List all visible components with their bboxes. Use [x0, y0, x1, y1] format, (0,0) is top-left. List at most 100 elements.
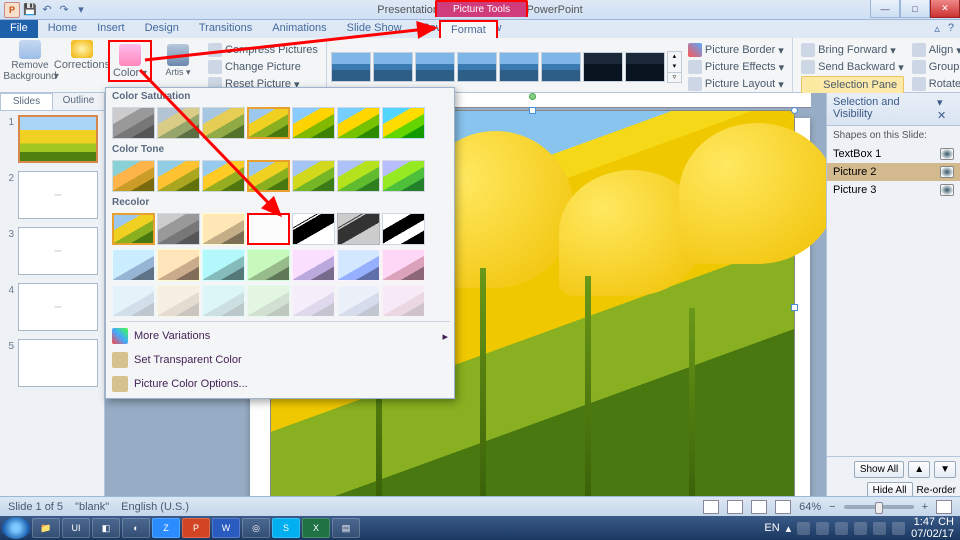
recolor-d6[interactable]	[337, 249, 380, 281]
move-up-button[interactable]: ▲	[908, 461, 930, 478]
send-backward-button[interactable]: Send Backward ▾	[801, 59, 904, 75]
change-picture-button[interactable]: Change Picture	[208, 59, 318, 75]
slide-thumb-3[interactable]: ━━	[18, 227, 98, 275]
qat-more-icon[interactable]: ▾	[74, 3, 88, 17]
help-icon[interactable]: ?	[948, 22, 954, 35]
context-tab-picture-tools[interactable]: Picture Tools	[435, 0, 528, 17]
tone-2[interactable]	[202, 160, 245, 192]
taskbar-excel[interactable]: X	[302, 518, 330, 538]
tray-icon[interactable]	[797, 522, 810, 535]
tone-0[interactable]	[112, 160, 155, 192]
picture-effects-button[interactable]: Picture Effects ▾	[688, 59, 784, 75]
recolor-line1[interactable]	[292, 213, 335, 245]
recolor-none[interactable]	[112, 213, 155, 245]
zoom-slider[interactable]	[844, 505, 914, 509]
recolor-l7[interactable]	[382, 285, 425, 317]
picture-styles-gallery[interactable]: ▴ ▾ ▿ Picture Border ▾ Picture Effects ▾…	[331, 40, 788, 94]
tone-5[interactable]	[337, 160, 380, 192]
slideshow-view-button[interactable]	[775, 500, 791, 514]
shape-item-picture3[interactable]: Picture 3	[827, 181, 960, 199]
reading-view-button[interactable]	[751, 500, 767, 514]
shape-item-textbox1[interactable]: TextBox 1	[827, 145, 960, 163]
tray-expand-icon[interactable]: ▴	[786, 522, 792, 535]
move-down-button[interactable]: ▼	[934, 461, 956, 478]
slide-thumb-1[interactable]	[18, 115, 98, 163]
sidetab-slides[interactable]: Slides	[0, 93, 53, 110]
start-button[interactable]	[2, 517, 30, 539]
remove-background-button[interactable]: Remove Background	[4, 40, 56, 82]
taskbar-chrome[interactable]: ◐	[122, 518, 150, 538]
bring-forward-button[interactable]: Bring Forward ▾	[801, 42, 904, 58]
picture-color-options-menu[interactable]: Picture Color Options...	[106, 372, 454, 396]
picture-layout-button[interactable]: Picture Layout ▾	[688, 76, 784, 92]
tab-animations[interactable]: Animations	[262, 20, 336, 38]
recolor-l5[interactable]	[292, 285, 335, 317]
recolor-grayscale[interactable]	[157, 213, 200, 245]
minimize-button[interactable]: —	[870, 0, 900, 18]
tab-insert[interactable]: Insert	[87, 20, 135, 38]
tab-file[interactable]: File	[0, 20, 38, 38]
show-all-button[interactable]: Show All	[854, 461, 904, 478]
zoom-in-button[interactable]: +	[922, 501, 928, 513]
tray-clock[interactable]: 1:47 CH07/02/17	[911, 516, 954, 540]
recolor-d4[interactable]	[247, 249, 290, 281]
tray-flag-icon[interactable]	[892, 522, 905, 535]
tray-icon[interactable]	[816, 522, 829, 535]
saturation-2[interactable]	[202, 107, 245, 139]
tray-network-icon[interactable]	[873, 522, 886, 535]
recolor-d2[interactable]	[157, 249, 200, 281]
taskbar-powerpoint[interactable]: P	[182, 518, 210, 538]
color-button[interactable]: Color ▾	[108, 40, 152, 82]
minimize-ribbon-icon[interactable]: ▵	[934, 22, 940, 35]
tab-transitions[interactable]: Transitions	[189, 20, 262, 38]
taskbar-zalo[interactable]: Z	[152, 518, 180, 538]
tray-icon[interactable]	[835, 522, 848, 535]
artistic-effects-button[interactable]: Artis ▾	[152, 40, 204, 82]
visibility-toggle-icon[interactable]	[940, 166, 954, 178]
recolor-l4[interactable]	[247, 285, 290, 317]
taskbar-app2[interactable]: ▤	[332, 518, 360, 538]
recolor-line2[interactable]	[337, 213, 380, 245]
recolor-l1[interactable]	[112, 285, 155, 317]
corrections-button[interactable]: Corrections ▾	[56, 40, 108, 82]
tone-6[interactable]	[382, 160, 425, 192]
tab-slideshow[interactable]: Slide Show	[337, 20, 412, 38]
set-transparent-menu[interactable]: Set Transparent Color	[106, 348, 454, 372]
taskbar-word[interactable]: W	[212, 518, 240, 538]
tray-volume-icon[interactable]	[854, 522, 867, 535]
maximize-button[interactable]: □	[900, 0, 930, 18]
taskbar-unikey[interactable]: UI	[62, 518, 90, 538]
saturation-0[interactable]	[112, 107, 155, 139]
recolor-sepia[interactable]	[202, 213, 245, 245]
visibility-toggle-icon[interactable]	[940, 184, 954, 196]
tone-4[interactable]	[292, 160, 335, 192]
slide-thumb-4[interactable]: ━━	[18, 283, 98, 331]
fit-button[interactable]	[936, 500, 952, 514]
recolor-d1[interactable]	[112, 249, 155, 281]
recolor-l2[interactable]	[157, 285, 200, 317]
taskbar-skype[interactable]: S	[272, 518, 300, 538]
saturation-4[interactable]	[292, 107, 335, 139]
recolor-l6[interactable]	[337, 285, 380, 317]
saturation-3[interactable]	[247, 107, 290, 139]
normal-view-button[interactable]	[703, 500, 719, 514]
recolor-washout[interactable]	[247, 213, 290, 245]
visibility-toggle-icon[interactable]	[940, 148, 954, 160]
recolor-d7[interactable]	[382, 249, 425, 281]
sorter-view-button[interactable]	[727, 500, 743, 514]
taskbar-coccoc[interactable]: ◎	[242, 518, 270, 538]
slide-thumb-5[interactable]	[18, 339, 98, 387]
zoom-out-button[interactable]: −	[829, 501, 835, 513]
tab-design[interactable]: Design	[135, 20, 189, 38]
taskbar-explorer[interactable]: 📁	[32, 518, 60, 538]
tray-lang[interactable]: EN	[764, 522, 779, 534]
recolor-d5[interactable]	[292, 249, 335, 281]
tab-format[interactable]: Format	[439, 20, 498, 40]
more-variations-menu[interactable]: More Variations▸	[106, 324, 454, 348]
sidetab-outline[interactable]: Outline	[53, 93, 104, 110]
recolor-d3[interactable]	[202, 249, 245, 281]
close-button[interactable]: ✕	[930, 0, 960, 18]
picture-border-button[interactable]: Picture Border ▾	[688, 42, 784, 58]
rotate-button[interactable]: Rotate ▾	[912, 76, 960, 92]
recolor-bw[interactable]	[382, 213, 425, 245]
